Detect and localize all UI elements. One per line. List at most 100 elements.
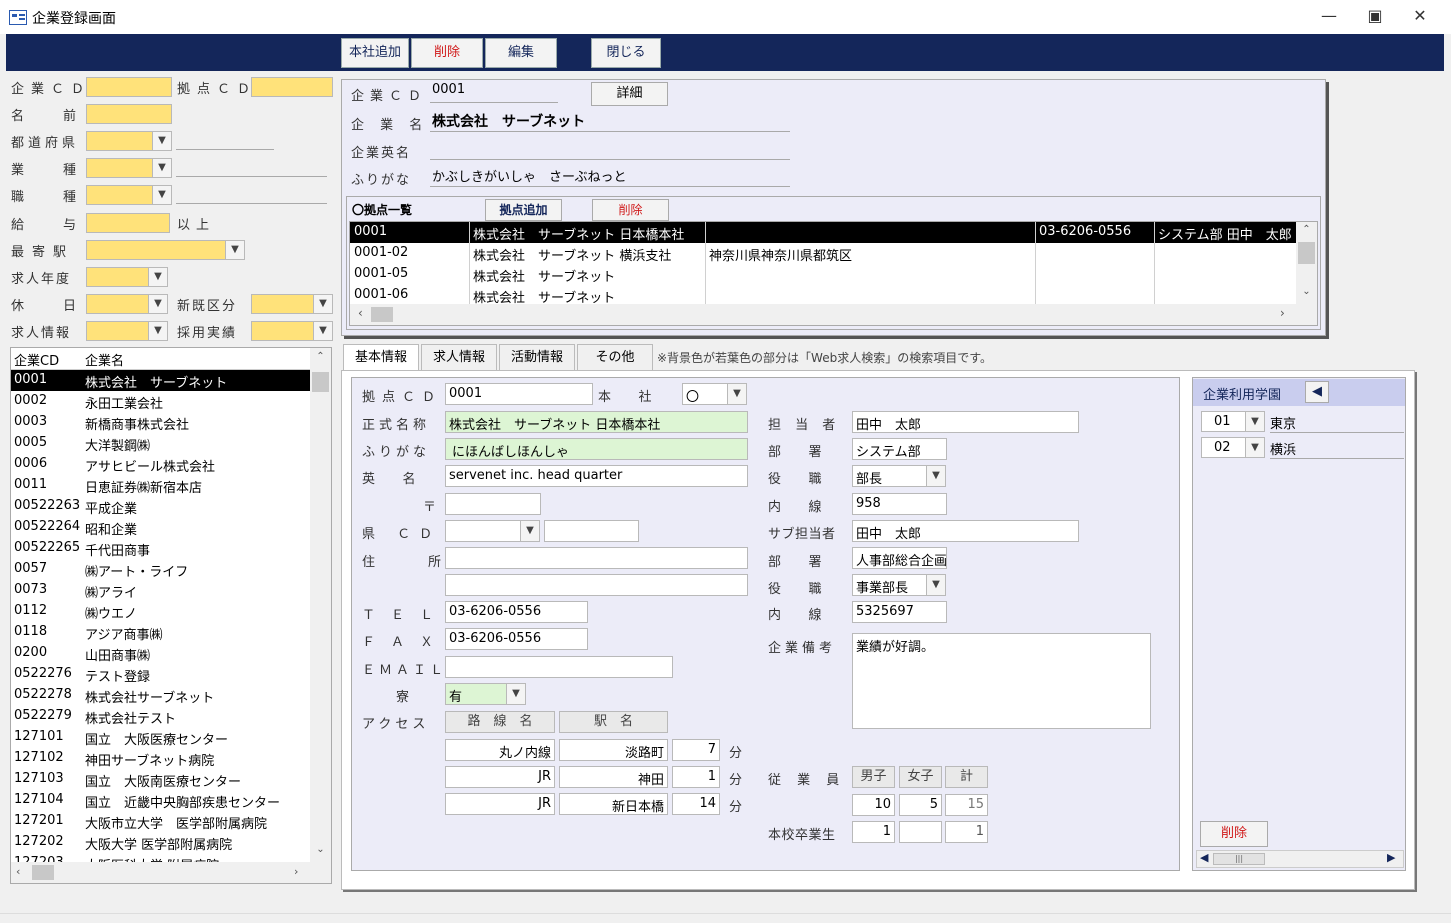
title-select[interactable]: 部長 ▼ <box>852 465 946 487</box>
scrollbar-thumb[interactable] <box>371 307 393 322</box>
scrollbar-thumb[interactable] <box>1298 242 1315 264</box>
company-name-value[interactable]: 株式会社 サーブネット <box>430 111 790 132</box>
scrollbar-thumb[interactable]: ||| <box>1213 853 1265 865</box>
address2-input[interactable] <box>445 574 748 596</box>
station-input[interactable]: 新日本橋 <box>559 793 668 815</box>
edit-button[interactable]: 編集 <box>485 38 557 68</box>
search-new-select[interactable]: ▼ <box>251 294 333 314</box>
chevron-right-icon[interactable]: › <box>294 865 298 878</box>
english-input[interactable]: servenet inc. head quarter <box>445 465 748 487</box>
chevron-down-icon[interactable]: ▼ <box>148 268 167 286</box>
minimize-icon[interactable]: — <box>1314 6 1344 25</box>
collapse-button[interactable]: ◀ <box>1305 381 1329 403</box>
chevron-down-icon[interactable]: ▼ <box>1245 438 1264 457</box>
company-list-row[interactable]: 127201 大阪市立大学 医学部附属病院 <box>11 811 310 832</box>
company-list-row[interactable]: 0003 新橋商事株式会社 <box>11 412 310 433</box>
chevron-down-icon[interactable]: ▼ <box>926 575 945 595</box>
company-list-row[interactable]: 0057 ㈱アート・ライフ <box>11 559 310 580</box>
grad-female[interactable] <box>899 821 942 843</box>
chevron-down-icon[interactable]: ▼ <box>313 295 332 313</box>
company-list-row[interactable]: 0005 大洋製鋼㈱ <box>11 433 310 454</box>
company-list-row[interactable]: 0118 アジア商事㈱ <box>11 622 310 643</box>
search-company-cd-input[interactable] <box>86 77 172 97</box>
vertical-scrollbar[interactable]: ⌃ ⌄ <box>310 348 331 862</box>
company-list-row[interactable]: 0522276 テスト登録 <box>11 664 310 685</box>
search-year-select[interactable]: ▼ <box>86 267 168 287</box>
person-input[interactable]: 田中 太郎 <box>852 411 1079 433</box>
close-button[interactable]: 閉じる <box>591 38 661 68</box>
minutes-input[interactable]: 14 <box>672 793 720 815</box>
chevron-up-icon[interactable]: ⌃ <box>1296 224 1317 235</box>
search-job-select[interactable]: ▼ <box>86 185 172 205</box>
grad-male[interactable]: 1 <box>852 821 895 843</box>
chevron-down-icon[interactable]: ▼ <box>148 295 167 313</box>
email-input[interactable] <box>445 656 673 678</box>
base-cd-input[interactable]: 0001 <box>445 383 593 405</box>
search-salary-input[interactable] <box>86 213 170 233</box>
close-icon[interactable]: ✕ <box>1405 6 1435 25</box>
company-list-row[interactable]: 0112 ㈱ウエノ <box>11 601 310 622</box>
company-list-row[interactable]: 0073 ㈱アライ <box>11 580 310 601</box>
chevron-down-icon[interactable]: ▼ <box>727 384 746 404</box>
horizontal-scrollbar[interactable]: ‹ › <box>11 862 331 883</box>
chevron-down-icon[interactable]: ⌄ <box>1296 286 1317 297</box>
route-input[interactable]: JR <box>445 793 555 815</box>
fax-input[interactable]: 03-6206-0556 <box>445 628 588 650</box>
company-cd-value[interactable]: 0001 <box>430 82 558 103</box>
chevron-down-icon[interactable]: ▼ <box>520 521 539 541</box>
official-name-input[interactable]: 株式会社 サーブネット 日本橋本社 <box>445 411 748 433</box>
horizontal-scrollbar[interactable]: ‹ › <box>350 304 1317 325</box>
company-list-row[interactable]: 0011 日恵証券㈱新宿本店 <box>11 475 310 496</box>
company-list[interactable]: 企業CD 企業名 0001 株式会社 サーブネット 0002 永田工業会社 0003 新橋… <box>10 347 332 884</box>
search-industry-select[interactable]: ▼ <box>86 158 172 178</box>
route-input[interactable]: 丸ノ内線 <box>445 739 555 761</box>
chevron-down-icon[interactable]: ▼ <box>926 466 945 486</box>
address1-input[interactable] <box>445 547 748 569</box>
chevron-left-icon[interactable]: ‹ <box>16 865 20 878</box>
zip-input[interactable] <box>445 493 541 515</box>
search-pref-select[interactable]: ▼ <box>86 131 172 151</box>
bases-list[interactable]: 0001 株式会社 サーブネット 日本橋本社 03-6206-0556 システム部 田… <box>349 221 1318 326</box>
station-input[interactable]: 神田 <box>559 766 668 788</box>
english-name-value[interactable] <box>430 139 790 160</box>
minutes-input[interactable]: 7 <box>672 739 720 761</box>
dept-input[interactable]: システム部 <box>852 438 947 460</box>
search-station-select[interactable]: ▼ <box>86 240 245 260</box>
company-list-row[interactable]: 127103 国立 大阪南医療センター <box>11 769 310 790</box>
chevron-down-icon[interactable]: ▼ <box>152 186 171 204</box>
school-cd-select[interactable]: 02 ▼ <box>1201 437 1265 458</box>
horizontal-scrollbar[interactable]: ◀ ||| ▶ <box>1196 850 1404 868</box>
company-list-row[interactable]: 0002 永田工業会社 <box>11 391 310 412</box>
chevron-down-icon[interactable]: ⌄ <box>310 844 331 855</box>
chevron-down-icon[interactable]: ▼ <box>152 132 171 150</box>
company-list-row[interactable]: 127202 大阪大学 医学部附属病院 <box>11 832 310 853</box>
basic-furigana-input[interactable]: にほんばしほんしゃ <box>445 438 748 460</box>
company-list-row[interactable]: 0001 株式会社 サーブネット <box>11 370 310 391</box>
tel-input[interactable]: 03-6206-0556 <box>445 601 588 623</box>
chevron-down-icon[interactable]: ▼ <box>1245 412 1264 431</box>
chevron-down-icon[interactable]: ▼ <box>225 241 244 259</box>
company-list-row[interactable]: 127104 国立 近畿中央胸部疾患センター <box>11 790 310 811</box>
hq-select[interactable]: 〇 ▼ <box>682 383 747 405</box>
chevron-left-icon[interactable]: ‹ <box>358 306 363 320</box>
search-job-info-select[interactable]: ▼ <box>86 321 168 341</box>
delete-base-button[interactable]: 削除 <box>592 199 669 221</box>
chevron-down-icon[interactable]: ▼ <box>313 322 332 340</box>
female-count[interactable]: 5 <box>899 794 942 816</box>
tab-job[interactable]: 求人情報 <box>421 344 497 370</box>
delete-button[interactable]: 削除 <box>411 38 483 68</box>
add-base-button[interactable]: 拠点追加 <box>485 199 562 221</box>
sub-person-input[interactable]: 田中 太郎 <box>852 520 1079 542</box>
station-input[interactable]: 淡路町 <box>559 739 668 761</box>
detail-button[interactable]: 詳細 <box>591 82 668 106</box>
ext-input[interactable]: 958 <box>852 493 947 515</box>
school-cd-select[interactable]: 01 ▼ <box>1201 411 1265 432</box>
pref-name-input[interactable] <box>544 520 639 542</box>
company-list-row[interactable]: 00522263 平成企業 <box>11 496 310 517</box>
pref-cd-select[interactable]: ▼ <box>445 520 540 542</box>
male-count[interactable]: 10 <box>852 794 895 816</box>
company-list-row[interactable]: 0006 アサヒビール株式会社 <box>11 454 310 475</box>
chevron-right-icon[interactable]: › <box>1280 306 1285 320</box>
triangle-right-icon[interactable]: ▶ <box>1387 851 1395 864</box>
delete-school-button[interactable]: 削除 <box>1200 821 1268 847</box>
